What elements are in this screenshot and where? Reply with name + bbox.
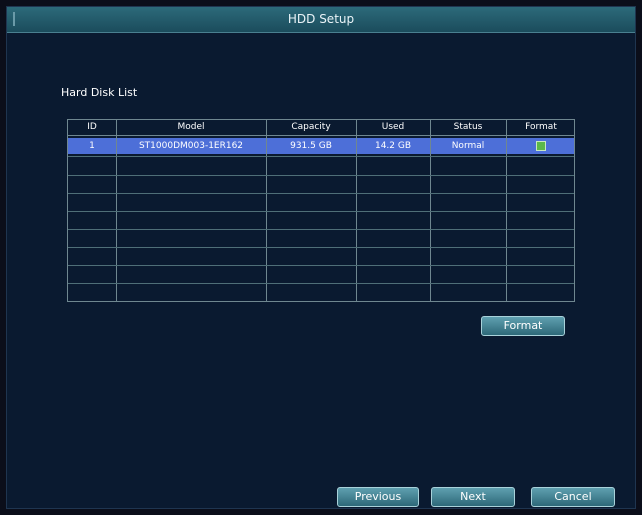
row-divider: [68, 193, 574, 194]
table-header: ID Model Capacity Used Status Format: [68, 120, 574, 136]
cell-status: Normal: [451, 141, 485, 151]
cell-used: 14.2 GB: [374, 141, 412, 151]
column-header-format: Format: [525, 122, 557, 132]
title-bar: HDD Setup: [7, 7, 635, 33]
row-divider: [68, 156, 574, 157]
format-button[interactable]: Format: [481, 316, 565, 336]
format-checkbox[interactable]: [536, 141, 546, 151]
row-divider: [68, 283, 574, 284]
row-divider: [68, 211, 574, 212]
cell-capacity: 931.5 GB: [290, 141, 332, 151]
column-header-id: ID: [87, 122, 97, 132]
row-divider: [68, 175, 574, 176]
row-divider: [68, 265, 574, 266]
cancel-button[interactable]: Cancel: [531, 487, 615, 507]
next-button[interactable]: Next: [431, 487, 515, 507]
window-title: HDD Setup: [287, 12, 355, 26]
row-divider: [68, 229, 574, 230]
column-header-used: Used: [381, 122, 405, 132]
hard-disk-table: ID Model Capacity Used Status Format 1 S…: [67, 119, 575, 302]
hdd-setup-window: HDD Setup Hard Disk List ID Model Capaci…: [6, 6, 636, 509]
cell-id: 1: [89, 141, 95, 151]
column-header-status: Status: [453, 122, 483, 132]
row-divider: [68, 247, 574, 248]
hard-disk-list-label: Hard Disk List: [61, 86, 138, 99]
previous-button[interactable]: Previous: [337, 487, 419, 507]
column-header-model: Model: [177, 122, 205, 132]
column-header-capacity: Capacity: [291, 122, 331, 132]
cell-model: ST1000DM003-1ER162: [138, 141, 244, 151]
